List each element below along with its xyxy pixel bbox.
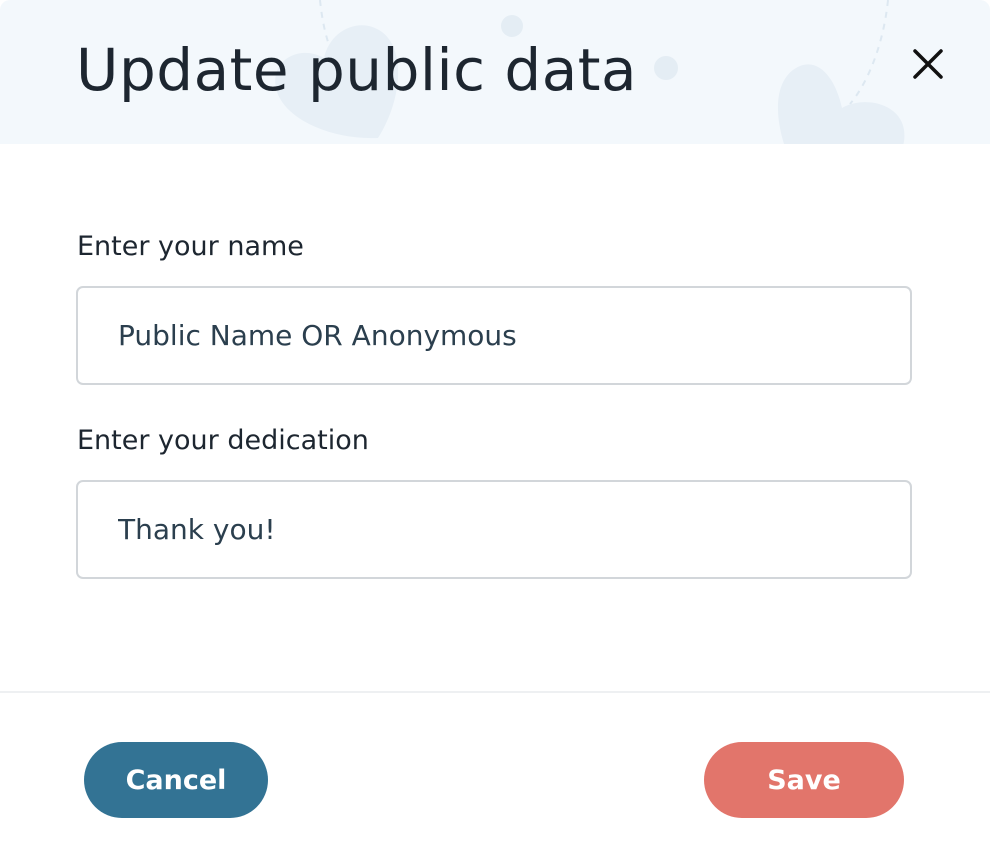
close-button[interactable] xyxy=(906,42,950,86)
cancel-button[interactable]: Cancel xyxy=(84,742,268,818)
dedication-input[interactable] xyxy=(76,480,912,579)
close-icon xyxy=(913,49,943,79)
name-input[interactable] xyxy=(76,286,912,385)
dedication-label: Enter your dedication xyxy=(77,425,369,456)
save-button[interactable]: Save xyxy=(704,742,904,818)
name-label: Enter your name xyxy=(77,231,304,262)
footer-divider xyxy=(0,691,990,693)
update-public-data-dialog: Update public data Enter your name Enter… xyxy=(0,0,990,862)
dialog-header: Update public data xyxy=(0,0,990,144)
dialog-title: Update public data xyxy=(76,36,638,104)
